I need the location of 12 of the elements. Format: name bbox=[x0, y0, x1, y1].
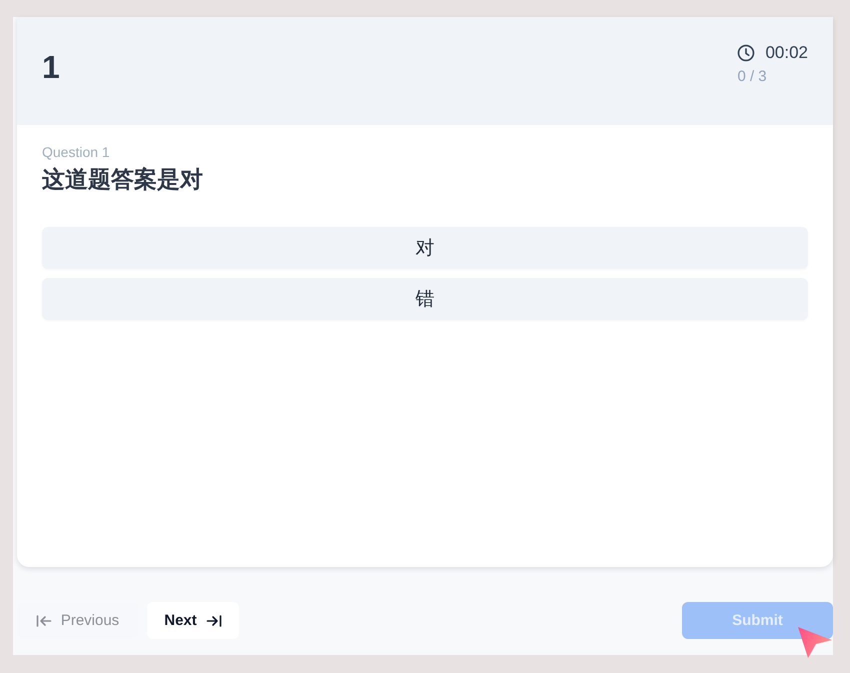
answer-option[interactable]: 对 bbox=[42, 227, 808, 269]
clock-icon bbox=[737, 44, 756, 62]
question-text: 这道题答案是对 bbox=[42, 165, 203, 194]
answer-option[interactable]: 错 bbox=[42, 278, 808, 320]
next-button[interactable]: Next bbox=[147, 602, 239, 639]
question-number: 1 bbox=[42, 49, 60, 85]
arrow-to-end-icon bbox=[206, 614, 222, 626]
question-label: Question 1 bbox=[42, 144, 110, 160]
progress-count: 0 / 3 bbox=[737, 68, 767, 86]
arrow-to-start-icon bbox=[36, 614, 52, 626]
cursor-icon bbox=[797, 625, 833, 659]
timer: 00:02 bbox=[765, 42, 808, 64]
